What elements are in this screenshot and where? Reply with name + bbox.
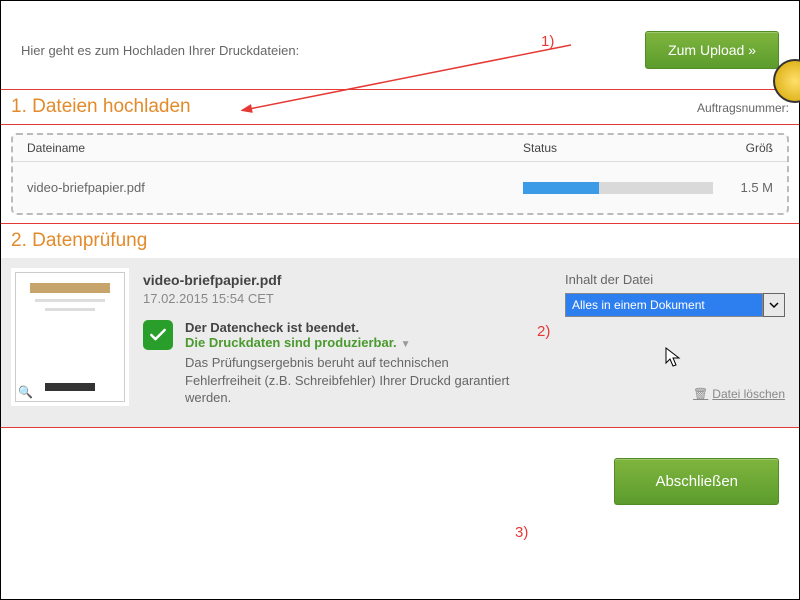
section-1-header: 1. Dateien hochladen Auftragsnummer:: [1, 89, 799, 125]
section-1-title: 1. Dateien hochladen: [11, 96, 191, 118]
finish-button[interactable]: Abschließen: [614, 458, 779, 505]
check-detail-text: Das Prüfungsergebnis beruht auf technisc…: [185, 354, 515, 407]
data-check-panel: 🔍 video-briefpapier.pdf 17.02.2015 15:54…: [1, 258, 799, 428]
order-number-label: Auftragsnummer:: [697, 101, 789, 115]
file-size-cell: 1.5 M: [723, 180, 773, 195]
col-filename: Dateiname: [27, 141, 523, 155]
content-select-value[interactable]: Alles in einem Dokument: [565, 293, 763, 317]
file-info-block: video-briefpapier.pdf 17.02.2015 15:54 C…: [143, 272, 547, 407]
upload-table-row: video-briefpapier.pdf 1.5 M: [13, 162, 787, 213]
dropdown-arrow-icon[interactable]: [763, 293, 785, 317]
col-size: Größ: [723, 141, 773, 155]
check-done-text: Der Datencheck ist beendet.: [185, 320, 515, 335]
upload-header-row: Hier geht es zum Hochladen Ihrer Druckda…: [1, 1, 799, 89]
section-2-title: 2. Datenprüfung: [11, 230, 147, 252]
chevron-down-icon[interactable]: ▼: [401, 339, 411, 350]
upload-progress-fill: [523, 182, 599, 194]
file-thumbnail[interactable]: 🔍: [15, 272, 125, 402]
trash-icon: 🗑: [693, 387, 708, 401]
checked-file-name: video-briefpapier.pdf: [143, 272, 547, 288]
upload-table-header: Dateiname Status Größ: [13, 135, 787, 162]
content-label: Inhalt der Datei: [565, 272, 785, 287]
file-name-cell: video-briefpapier.pdf: [27, 180, 523, 195]
check-success-icon: [143, 320, 173, 350]
zoom-icon[interactable]: 🔍: [18, 385, 33, 399]
upload-button[interactable]: Zum Upload »: [645, 31, 779, 69]
file-status-cell: [523, 182, 723, 194]
content-select[interactable]: Alles in einem Dokument: [565, 293, 785, 317]
col-status: Status: [523, 141, 723, 155]
annotation-3: 3): [515, 524, 528, 541]
check-result-row: Der Datencheck ist beendet. Die Druckdat…: [143, 320, 547, 407]
file-content-column: Inhalt der Datei Alles in einem Dokument…: [565, 272, 785, 407]
upload-dropzone[interactable]: Dateiname Status Größ video-briefpapier.…: [11, 133, 789, 215]
producible-text[interactable]: Die Druckdaten sind produzierbar.: [185, 335, 397, 350]
upload-hint-text: Hier geht es zum Hochladen Ihrer Druckda…: [21, 43, 299, 58]
footer-row: Abschließen: [1, 428, 799, 525]
section-2-header: 2. Datenprüfung: [1, 223, 799, 258]
delete-file-link[interactable]: 🗑Datei löschen: [565, 387, 785, 401]
checked-file-date: 17.02.2015 15:54 CET: [143, 291, 547, 306]
upload-progress-bar: [523, 182, 713, 194]
